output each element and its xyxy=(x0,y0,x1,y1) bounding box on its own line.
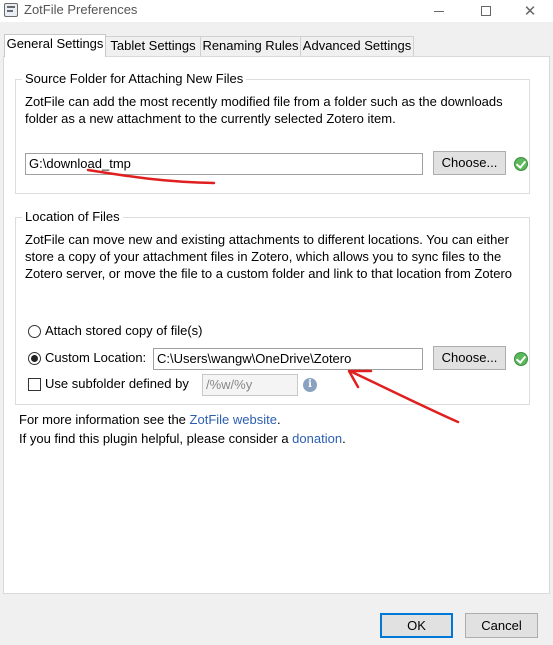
custom-location-choose-button[interactable]: Choose... xyxy=(433,346,506,370)
title-bar: ZotFile Preferences ✕ xyxy=(0,0,553,22)
source-folder-group: Source Folder for Attaching New Files Zo… xyxy=(15,71,530,194)
use-subfolder-label[interactable]: Use subfolder defined by xyxy=(45,376,189,391)
custom-location-input[interactable]: C:\Users\wangw\OneDrive\Zotero xyxy=(153,348,423,370)
tab-general-settings[interactable]: General Settings xyxy=(4,34,106,57)
use-subfolder-checkbox[interactable] xyxy=(28,378,41,391)
cancel-button[interactable]: Cancel xyxy=(465,613,538,638)
helpful-line: If you find this plugin helpful, please … xyxy=(19,431,346,446)
location-group: Location of Files ZotFile can move new a… xyxy=(15,209,530,405)
tab-tablet-settings[interactable]: Tablet Settings xyxy=(105,36,201,56)
source-folder-input[interactable]: G:\download_tmp xyxy=(25,153,423,175)
subfolder-pattern-input[interactable]: /%w/%y xyxy=(202,374,298,396)
maximize-icon xyxy=(481,6,491,16)
window-title: ZotFile Preferences xyxy=(24,2,138,17)
attach-copy-label[interactable]: Attach stored copy of file(s) xyxy=(45,323,203,338)
helpful-prefix: If you find this plugin helpful, please … xyxy=(19,431,293,446)
donation-link[interactable]: donation xyxy=(292,431,342,446)
ok-button[interactable]: OK xyxy=(380,613,453,638)
zotfile-website-link[interactable]: ZotFile website xyxy=(190,412,277,427)
close-icon: ✕ xyxy=(523,2,537,20)
custom-location-check-icon xyxy=(514,352,528,366)
tab-renaming-rules[interactable]: Renaming Rules xyxy=(200,36,301,56)
location-legend: Location of Files xyxy=(22,209,123,224)
more-info-line: For more information see the ZotFile web… xyxy=(19,412,281,427)
attach-copy-radio[interactable] xyxy=(28,325,41,338)
info-icon[interactable]: i xyxy=(303,378,317,392)
custom-location-radio[interactable] xyxy=(28,352,41,365)
source-folder-choose-button[interactable]: Choose... xyxy=(433,151,506,175)
source-folder-legend: Source Folder for Attaching New Files xyxy=(22,71,247,86)
close-button[interactable]: ✕ xyxy=(507,0,553,22)
source-folder-check-icon xyxy=(514,157,528,171)
tab-advanced-settings[interactable]: Advanced Settings xyxy=(300,36,414,56)
app-icon xyxy=(4,3,18,17)
custom-location-label[interactable]: Custom Location: xyxy=(45,350,146,365)
general-settings-panel: Source Folder for Attaching New Files Zo… xyxy=(3,56,550,594)
helpful-suffix: . xyxy=(342,431,346,446)
minimize-icon xyxy=(434,10,444,12)
maximize-button[interactable] xyxy=(463,0,509,22)
more-info-prefix: For more information see the xyxy=(19,412,190,427)
source-folder-description: ZotFile can add the most recently modifi… xyxy=(25,94,503,126)
minimize-button[interactable] xyxy=(416,0,462,22)
more-info-suffix: . xyxy=(276,412,281,427)
location-description: ZotFile can move new and existing attach… xyxy=(25,232,513,281)
